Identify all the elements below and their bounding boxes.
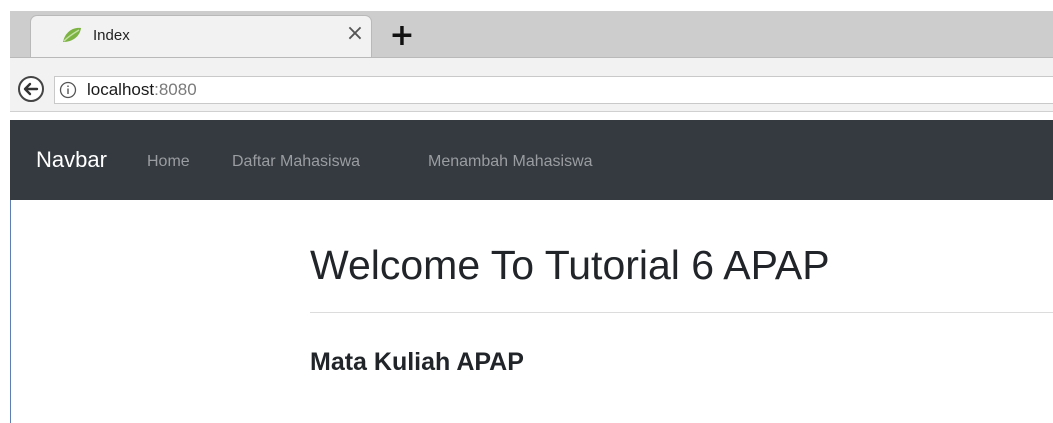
info-icon[interactable]	[59, 81, 77, 99]
nav-link-daftar-mahasiswa[interactable]: Daftar Mahasiswa	[232, 152, 360, 172]
top-strip	[0, 0, 1053, 11]
url-port: :8080	[154, 80, 197, 99]
url-field[interactable]: localhost:8080	[54, 76, 1053, 104]
new-tab-button[interactable]: +	[388, 21, 416, 51]
navbar: Navbar Home Daftar Mahasiswa Menambah Ma…	[10, 120, 1053, 200]
url-text: localhost:8080	[87, 80, 197, 100]
page-subtitle: Mata Kuliah APAP	[310, 348, 524, 376]
tab-title: Index	[93, 27, 130, 44]
close-tab-icon[interactable]: ×	[344, 23, 366, 45]
window-left-border	[10, 200, 11, 423]
navbar-brand[interactable]: Navbar	[36, 147, 107, 173]
arrow-left-icon	[23, 82, 39, 96]
nav-link-menambah-mahasiswa[interactable]: Menambah Mahasiswa	[428, 152, 593, 172]
back-button[interactable]	[18, 76, 44, 102]
spring-leaf-icon	[61, 26, 83, 44]
page-title: Welcome To Tutorial 6 APAP	[310, 242, 830, 288]
browser-tab[interactable]: Index ×	[31, 16, 371, 57]
address-bar-row: localhost:8080	[10, 57, 1053, 122]
tab-strip: Index × +	[10, 11, 1053, 57]
nav-link-home[interactable]: Home	[147, 152, 190, 172]
url-host: localhost	[87, 80, 155, 99]
divider	[310, 312, 1053, 313]
